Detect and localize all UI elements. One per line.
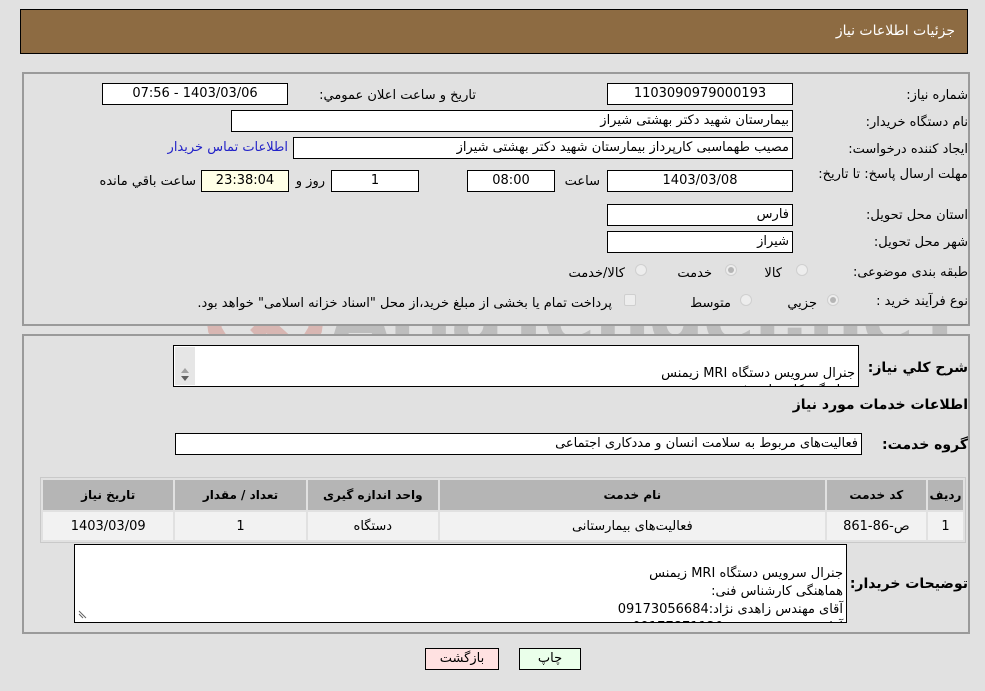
page-header: جزئیات اطلاعات نیاز <box>20 9 968 54</box>
cell-row-number: 1 <box>927 512 963 540</box>
col-unit: واحد اندازه گیری <box>307 480 438 510</box>
category-radio-service[interactable] <box>725 264 737 276</box>
creator-field[interactable]: مصیب طهماسبی کارپرداز بیمارستان شهید دکت… <box>293 137 793 159</box>
category-option-goods-service: کالا/خدمت <box>568 266 625 281</box>
summary-text: جنرال سرویس دستگاه MRI زیمنس هماهنگی کار… <box>661 366 855 386</box>
col-row-number: ردیف <box>927 480 963 510</box>
treasury-note: پرداخت تمام یا بخشی از مبلغ خرید،از محل … <box>197 296 612 311</box>
back-button[interactable]: بازگشت <box>425 648 499 670</box>
services-table: ردیف کد خدمت نام خدمت واحد اندازه گیری ت… <box>40 477 966 543</box>
province-field[interactable]: فارس <box>607 204 793 226</box>
service-group-label: گروه خدمت: <box>882 437 968 453</box>
purchase-option-minor: جزيي <box>787 296 817 311</box>
summary-textarea[interactable]: جنرال سرویس دستگاه MRI زیمنس هماهنگی کار… <box>173 345 859 387</box>
table-row: 1 ص-86-861 فعالیت‌های بیمارستانی دستگاه … <box>43 512 963 540</box>
buyer-notes-label: توضیحات خریدار: <box>849 576 968 592</box>
col-need-date: تاریخ نیاز <box>43 480 174 510</box>
buyer-notes-text: جنرال سرویس دستگاه MRI زیمنس هماهنگی کار… <box>617 566 843 622</box>
col-service-name: نام خدمت <box>439 480 825 510</box>
deadline-label: مهلت ارسال پاسخ: تا تاریخ: <box>818 167 968 182</box>
cell-quantity: 1 <box>175 512 306 540</box>
purchase-type-label: نوع فرآیند خرید : <box>876 294 968 309</box>
buyer-org-field[interactable]: بیمارستان شهید دکتر بهشتی شیراز <box>231 110 793 132</box>
table-header-row: ردیف کد خدمت نام خدمت واحد اندازه گیری ت… <box>43 480 963 510</box>
buyer-notes-textarea[interactable]: جنرال سرویس دستگاه MRI زیمنس هماهنگی کار… <box>74 544 847 623</box>
category-radio-goods[interactable] <box>796 264 808 276</box>
purchase-option-medium: متوسط <box>690 296 731 311</box>
category-label: طبقه بندی موضوعی: <box>852 265 968 280</box>
province-label: استان محل تحویل: <box>866 208 968 223</box>
buyer-contact-link[interactable]: اطلاعات تماس خریدار <box>168 140 288 155</box>
cell-service-code: ص-86-861 <box>826 512 926 540</box>
treasury-checkbox[interactable] <box>624 294 636 306</box>
creator-label: ایجاد کننده درخواست: <box>848 142 968 157</box>
days-remaining-field[interactable]: 1 <box>331 170 419 192</box>
purchase-radio-minor[interactable] <box>827 294 839 306</box>
summary-label: شرح کلي نیاز: <box>867 360 968 376</box>
city-field[interactable]: شیراز <box>607 231 793 253</box>
service-group-field[interactable]: فعالیت‌های مربوط به سلامت انسان و مددکار… <box>175 433 862 455</box>
cell-service-name: فعالیت‌های بیمارستانی <box>439 512 825 540</box>
scroll-arrows-icon <box>181 368 189 381</box>
category-option-service: خدمت <box>677 266 712 281</box>
need-number-label: شماره نیاز: <box>906 88 968 103</box>
time-remaining-label: ساعت باقي مانده <box>99 174 196 189</box>
col-service-code: کد خدمت <box>826 480 926 510</box>
purchase-radio-medium[interactable] <box>740 294 752 306</box>
deadline-time-field[interactable]: 08:00 <box>467 170 555 192</box>
need-number-field[interactable]: 1103090979000193 <box>607 83 793 105</box>
cell-unit: دستگاه <box>307 512 438 540</box>
category-radio-goods-service[interactable] <box>635 264 647 276</box>
category-option-goods: کالا <box>764 266 782 281</box>
col-quantity: تعداد / مقدار <box>175 480 306 510</box>
city-label: شهر محل تحویل: <box>873 235 968 250</box>
cell-need-date: 1403/03/09 <box>43 512 174 540</box>
buyer-org-label: نام دستگاه خریدار: <box>865 115 968 130</box>
resize-handle-icon[interactable] <box>78 609 88 619</box>
services-section-title: اطلاعات خدمات مورد نیاز <box>792 397 968 413</box>
summary-scrollbar[interactable] <box>175 347 195 385</box>
print-button[interactable]: چاپ <box>519 648 581 670</box>
days-label: روز و <box>295 174 325 189</box>
page-title: جزئیات اطلاعات نیاز <box>835 23 955 39</box>
announce-datetime-field[interactable]: 1403/03/06 - 07:56 <box>102 83 288 105</box>
deadline-date-field[interactable]: 1403/03/08 <box>607 170 793 192</box>
announce-datetime-label: تاریخ و ساعت اعلان عمومي: <box>319 88 476 103</box>
deadline-time-label: ساعت <box>564 174 600 189</box>
time-remaining-field: 23:38:04 <box>201 170 289 192</box>
